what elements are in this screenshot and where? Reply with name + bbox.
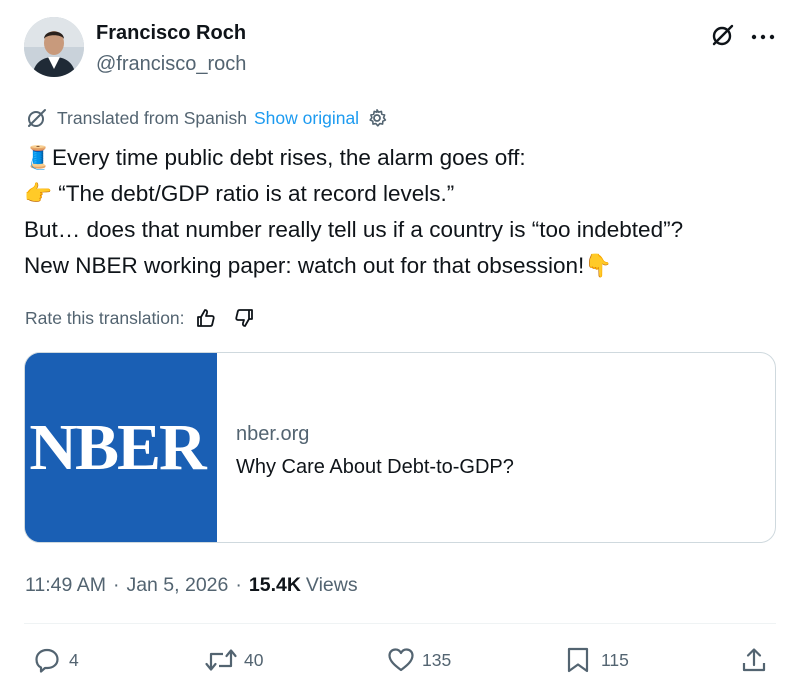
translate-icon [25,106,49,130]
divider [24,623,776,624]
card-thumbnail: NBER [25,353,217,542]
avatar[interactable] [24,17,84,77]
author-handle[interactable]: @francisco_roch [96,53,246,76]
repost-count: 40 [244,649,264,670]
views-count: 15.4K [248,573,301,596]
repost-button[interactable]: 40 [204,645,263,675]
pointing-down-emoji: 👇 [584,253,613,278]
more-icon[interactable] [751,29,775,40]
share-icon [740,646,768,674]
nber-logo: NBER [29,411,208,484]
card-title: Why Care About Debt-to-GDP? [236,456,514,478]
tweet-line-text: New NBER working paper: watch out for th… [24,253,585,278]
thread-emoji: 🧵 [24,145,53,170]
bookmark-button[interactable]: 115 [565,645,629,675]
link-card[interactable]: NBER nber.org Why Care About Debt-to-GDP… [24,352,776,543]
tweet-line: 🧵 Every time public debt rises, the alarm… [24,140,784,176]
grok-icon[interactable] [710,22,736,48]
tweet-meta: 11:49 AM · Jan 5, 2026 · 15.4K Views [25,572,358,598]
tweet-text: 🧵 Every time public debt rises, the alarm… [24,140,784,284]
thumbs-up-icon[interactable] [195,307,217,329]
like-button[interactable]: 135 [386,645,451,675]
reply-icon [33,646,61,674]
tweet-time[interactable]: 11:49 AM [25,574,106,597]
thumbs-down-icon[interactable] [233,307,255,329]
repost-icon [204,646,238,674]
rate-translation-row: Rate this translation: [25,305,255,331]
card-domain: nber.org [236,423,310,445]
author-name[interactable]: Francisco Roch [96,22,246,45]
share-button[interactable] [740,645,768,675]
views-label: Views [305,573,358,596]
heart-icon [386,646,416,674]
tweet-line-text: Every time public debt rises, the alarm … [52,145,526,170]
tweet-line: New NBER working paper: watch out for th… [24,248,784,284]
rate-label: Rate this translation: [25,307,185,328]
pointing-right-emoji: 👉 [24,181,53,206]
reply-button[interactable]: 4 [33,645,79,675]
tweet-date[interactable]: Jan 5, 2026 [126,574,228,597]
translated-label: Translated from Spanish [57,107,247,128]
tweet-line-text: “The debt/GDP ratio is at record levels.… [52,181,455,206]
tweet-line: But… does that number really tell us if … [24,212,784,248]
separator: · [112,573,120,596]
reply-count: 4 [69,649,79,670]
gear-icon[interactable] [367,108,387,128]
tweet-line: 👉 “The debt/GDP ratio is at record level… [24,176,784,212]
show-original-link[interactable]: Show original [254,108,359,129]
bookmark-count: 115 [601,649,629,670]
like-count: 135 [422,649,452,670]
bookmark-icon [565,646,591,674]
tweet-line-text: But… does that number really tell us if … [24,217,684,242]
separator: · [235,573,242,596]
translation-row: Translated from Spanish Show original [25,106,387,130]
